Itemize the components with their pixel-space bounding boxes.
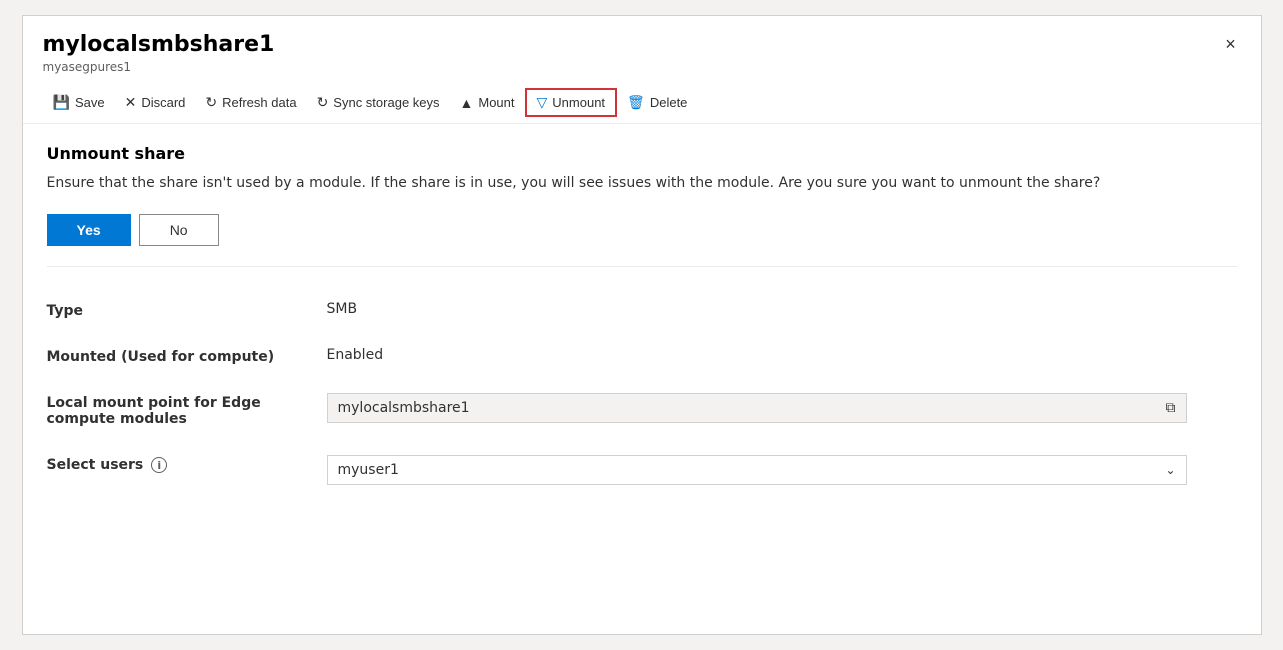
- select-users-dropdown[interactable]: myuser1 ⌄: [327, 455, 1187, 485]
- unmount-description: Ensure that the share isn't used by a mo…: [47, 173, 1147, 194]
- mount-button[interactable]: ▲ Mount: [450, 89, 525, 117]
- type-field-row: Type SMB: [47, 287, 1237, 333]
- select-users-value: myuser1: [338, 462, 1166, 478]
- unmount-title: Unmount share: [47, 144, 1237, 163]
- save-label: Save: [75, 95, 105, 110]
- fields-section: Type SMB Mounted (Used for compute) Enab…: [47, 267, 1237, 499]
- no-button[interactable]: No: [139, 214, 219, 246]
- discard-icon: ✕: [125, 94, 137, 111]
- refresh-icon: ↻: [205, 94, 217, 111]
- type-value: SMB: [327, 301, 1237, 317]
- mount-point-input[interactable]: mylocalsmbshare1 ⧉: [327, 393, 1187, 423]
- discard-button[interactable]: ✕ Discard: [115, 88, 196, 117]
- save-button[interactable]: 💾 Save: [43, 88, 115, 117]
- mounted-field-row: Mounted (Used for compute) Enabled: [47, 333, 1237, 379]
- sync-label: Sync storage keys: [333, 95, 439, 110]
- main-panel: mylocalsmbshare1 myasegpures1 × 💾 Save ✕…: [22, 15, 1262, 635]
- panel-subtitle: myasegpures1: [43, 60, 1241, 74]
- yes-button[interactable]: Yes: [47, 214, 131, 246]
- select-users-info-icon[interactable]: i: [151, 457, 167, 473]
- delete-label: Delete: [650, 95, 688, 110]
- close-button[interactable]: ×: [1217, 30, 1245, 58]
- mounted-value: Enabled: [327, 347, 1237, 363]
- mount-point-field-row: Local mount point for Edge compute modul…: [47, 379, 1237, 441]
- select-users-select-container: myuser1 ⌄: [327, 455, 1237, 485]
- unmount-section: Unmount share Ensure that the share isn'…: [47, 144, 1237, 267]
- mounted-label: Mounted (Used for compute): [47, 347, 327, 365]
- refresh-button[interactable]: ↻ Refresh data: [195, 88, 306, 117]
- type-label: Type: [47, 301, 327, 319]
- select-users-field-row: Select users i myuser1 ⌄: [47, 441, 1237, 499]
- discard-label: Discard: [141, 95, 185, 110]
- content-area: Unmount share Ensure that the share isn'…: [23, 124, 1261, 519]
- delete-icon: 🗑: [627, 94, 645, 111]
- chevron-down-icon: ⌄: [1165, 463, 1175, 477]
- mount-point-label: Local mount point for Edge compute modul…: [47, 393, 327, 427]
- save-icon: 💾: [53, 94, 70, 111]
- panel-header: mylocalsmbshare1 myasegpures1 ×: [23, 16, 1261, 82]
- unmount-button[interactable]: ▽ Unmount: [525, 88, 618, 117]
- select-users-label: Select users i: [47, 455, 327, 473]
- sync-button[interactable]: ↻ Sync storage keys: [307, 88, 450, 117]
- delete-button[interactable]: 🗑 Delete: [617, 88, 697, 117]
- panel-title: mylocalsmbshare1: [43, 32, 1241, 58]
- toolbar: 💾 Save ✕ Discard ↻ Refresh data ↻ Sync s…: [23, 82, 1261, 124]
- copy-icon[interactable]: ⧉: [1166, 400, 1176, 416]
- mount-point-input-container: mylocalsmbshare1 ⧉: [327, 393, 1237, 423]
- mount-label: Mount: [478, 95, 514, 110]
- sync-icon: ↻: [317, 94, 329, 111]
- mount-icon: ▲: [460, 95, 474, 111]
- refresh-label: Refresh data: [222, 95, 296, 110]
- unmount-actions: Yes No: [47, 214, 1237, 246]
- unmount-label: Unmount: [552, 95, 605, 110]
- mount-point-input-value: mylocalsmbshare1: [338, 400, 1158, 416]
- unmount-icon: ▽: [537, 94, 548, 111]
